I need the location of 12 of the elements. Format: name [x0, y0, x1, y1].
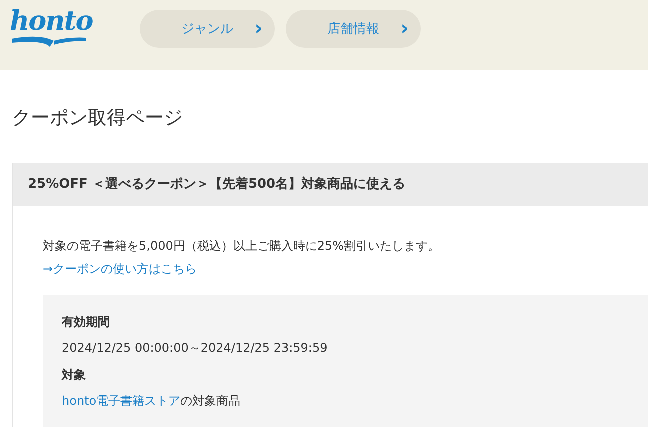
detail-value: honto電子書籍ストアの対象商品: [62, 393, 241, 410]
swoosh-icon: [10, 36, 88, 48]
page-title: クーポン取得ページ: [12, 106, 183, 130]
detail-value: 2024/12/25 00:00:00～2024/12/25 23:59:59: [62, 340, 328, 357]
detail-label: 対象: [62, 367, 86, 384]
coupon-help-link[interactable]: →クーポンの使い方はこちら: [43, 260, 198, 278]
coupon-description: 対象の電子書籍を5,000円（税込）以上ご購入時に25%割引いたします。: [43, 238, 442, 255]
store-link[interactable]: honto電子書籍ストア: [62, 394, 181, 408]
coupon-title-bar: 25%OFF ＜選べるクーポン＞【先着500名】対象商品に使える: [13, 163, 648, 206]
nav-button[interactable]: ジャンル ›: [140, 10, 275, 48]
nav-button[interactable]: 店舗情報 ›: [286, 10, 421, 48]
detail-label: 有効期間: [62, 314, 110, 331]
